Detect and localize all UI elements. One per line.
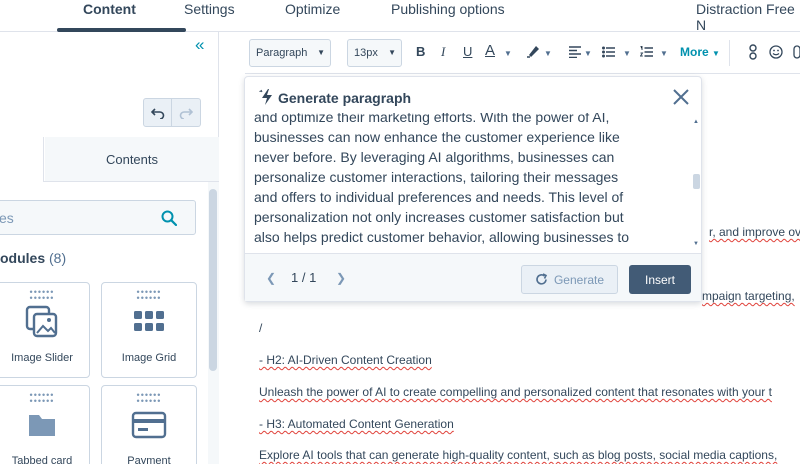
font-color-button[interactable]: A	[485, 42, 495, 59]
toolbar-divider	[729, 40, 730, 66]
chevron-right-icon[interactable]: ❯	[336, 271, 346, 285]
generate-button[interactable]: Generate	[521, 265, 618, 294]
font-size-value: 13px	[354, 47, 378, 59]
search-placeholder: es	[0, 210, 14, 226]
image-grid-icon	[102, 305, 196, 339]
tab-contents[interactable]: Contents	[45, 137, 219, 181]
italic-button[interactable]: I	[441, 44, 445, 60]
personalize-icon[interactable]	[749, 44, 757, 60]
undo-icon	[150, 107, 164, 119]
font-size-select[interactable]: 13px ▼	[347, 39, 402, 67]
left-sidebar: « Contents es odules (8) •••••• •••••• Im…	[0, 32, 219, 464]
modal-title: Generate paragraph	[278, 90, 412, 106]
more-button[interactable]: More ▼	[680, 45, 720, 59]
bold-button[interactable]: B	[416, 44, 425, 59]
refresh-icon	[536, 273, 548, 285]
redo-icon	[179, 107, 193, 119]
drag-handle-icon: •••••• ••••••	[29, 390, 55, 406]
editor-text-line: r, and improve ov	[709, 225, 800, 239]
sidebar-scrollbar[interactable]	[209, 189, 217, 371]
modal-scrollbar[interactable]: ▲ ▼	[693, 119, 701, 249]
chevron-left-icon[interactable]: ❮	[266, 271, 276, 285]
drag-handle-icon: •••••• ••••••	[136, 390, 162, 406]
close-icon[interactable]	[672, 88, 690, 106]
drag-handle-icon: •••••• ••••••	[136, 287, 162, 303]
generated-text-line: and offers to individual preferences and…	[254, 189, 624, 205]
scroll-down-arrow-icon[interactable]: ▼	[693, 241, 699, 247]
numbered-list-icon[interactable]	[640, 46, 653, 58]
align-icon[interactable]	[569, 46, 581, 58]
editor-heading-h2: - H2: AI-Driven Content Creation	[259, 353, 432, 367]
editor-toolbar: Paragraph ▼ 13px ▼ B I U A ▼ ▼ ▼ ▼ ▼ Mor…	[245, 32, 800, 74]
more-label: More	[680, 45, 709, 59]
redo-button[interactable]	[172, 98, 201, 127]
generated-text-line: personalization not only increases custo…	[254, 209, 624, 225]
generated-text-line: never before. By leveraging AI algorithm…	[254, 149, 615, 165]
tab-settings[interactable]: Settings	[184, 1, 235, 17]
module-card-label: Image Slider	[11, 352, 73, 364]
search-icon[interactable]	[161, 210, 177, 226]
insert-label: Insert	[644, 272, 675, 287]
image-slider-icon	[0, 305, 89, 339]
top-nav: Content Settings Optimize Publishing opt…	[0, 0, 800, 33]
caret-down-icon[interactable]: ▼	[544, 49, 552, 58]
caret-down-icon[interactable]: ▼	[623, 49, 631, 58]
double-chevron-left-icon[interactable]: «	[195, 35, 204, 55]
tab-add[interactable]	[0, 137, 44, 182]
editor-text-line: /	[259, 321, 263, 335]
modules-title-text: odules	[0, 250, 46, 266]
editor-text-line: Unleash the power of AI to create compel…	[259, 385, 772, 399]
modal-scrollbar-thumb[interactable]	[693, 174, 700, 189]
pagination-text: 1 / 1	[291, 270, 317, 285]
emoji-icon[interactable]	[769, 45, 783, 59]
paragraph-style-select[interactable]: Paragraph ▼	[249, 39, 331, 67]
caret-down-icon[interactable]: ▼	[584, 49, 592, 58]
module-card-image-slider[interactable]: •••••• •••••• Image Slider	[0, 282, 90, 378]
insert-button[interactable]: Insert	[629, 265, 691, 294]
editor-text-line: mpaign targeting,	[702, 289, 795, 303]
modules-heading: odules (8)	[0, 250, 66, 266]
folder-icon	[0, 408, 89, 442]
generate-label: Generate	[553, 272, 605, 287]
caret-down-icon[interactable]: ▼	[504, 49, 512, 58]
module-search-input[interactable]: es	[0, 200, 196, 235]
modules-count: (8)	[49, 250, 67, 266]
module-card-payment[interactable]: •••••• •••••• Payment	[101, 385, 197, 464]
link-icon[interactable]	[793, 45, 800, 59]
underline-button[interactable]: U	[463, 44, 472, 59]
module-card-label: Payment	[127, 455, 171, 464]
caret-down-icon: ▼	[388, 48, 396, 57]
generated-text-line: and optimize their marketing efforts. Wi…	[254, 113, 610, 125]
generate-paragraph-modal: Generate paragraph and optimize their ma…	[244, 76, 702, 302]
scroll-up-arrow-icon[interactable]: ▲	[693, 119, 699, 125]
ai-sparkle-icon	[259, 89, 272, 105]
caret-down-icon: ▼	[317, 48, 325, 57]
tab-content[interactable]: Content	[83, 1, 136, 17]
generated-text-line: personalize customer interactions, tailo…	[254, 169, 619, 185]
module-card-label: Image Grid	[121, 352, 177, 364]
highlight-icon[interactable]	[526, 44, 540, 58]
bulleted-list-icon[interactable]	[602, 46, 615, 58]
panel-tabs: Contents	[0, 137, 219, 182]
module-card-tabbed-card[interactable]: •••••• •••••• Tabbed card	[0, 385, 90, 464]
generated-text-line: also helps predict customer behavior, al…	[254, 229, 630, 245]
generated-paragraph-text[interactable]: and optimize their marketing efforts. Wi…	[254, 113, 686, 250]
modal-footer: ❮ 1 / 1 ❯ Generate Insert	[245, 253, 701, 301]
distraction-free-toggle[interactable]: Distraction Free N	[696, 1, 800, 33]
tab-optimize[interactable]: Optimize	[285, 1, 340, 17]
generated-text-line: businesses can now enhance the customer …	[254, 129, 620, 145]
paragraph-style-value: Paragraph	[256, 47, 308, 59]
tab-publishing-options[interactable]: Publishing options	[391, 1, 505, 17]
module-card-label: Tabbed card	[11, 455, 73, 464]
editor-text-line: Explore AI tools that can generate high-…	[259, 448, 778, 462]
editor-heading-h3: - H3: Automated Content Generation	[259, 417, 454, 431]
undo-button[interactable]	[143, 98, 172, 127]
undo-redo-group	[143, 98, 201, 127]
caret-down-icon[interactable]: ▼	[660, 49, 668, 58]
drag-handle-icon: •••••• ••••••	[29, 287, 55, 303]
module-card-image-grid[interactable]: •••••• •••••• Image Grid	[101, 282, 197, 378]
credit-card-icon	[102, 408, 196, 442]
